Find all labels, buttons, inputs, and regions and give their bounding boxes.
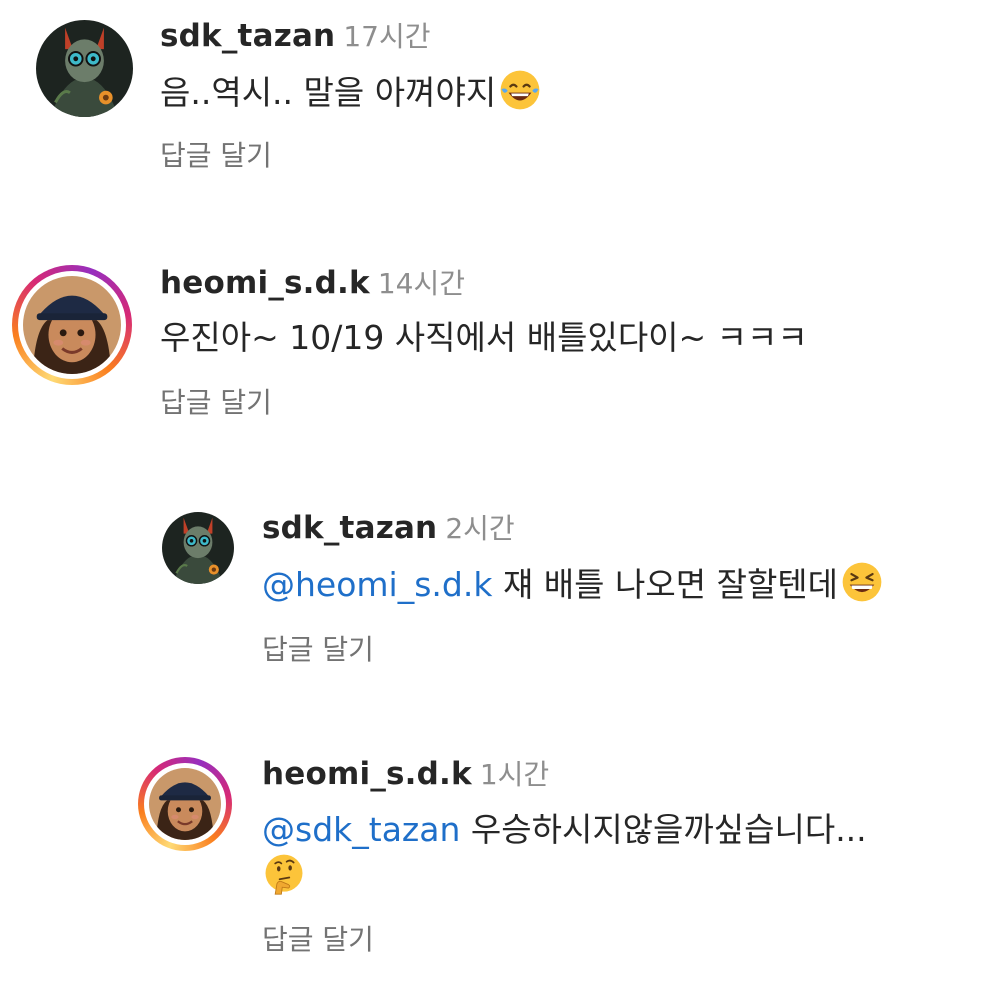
timestamp: 1시간 bbox=[479, 758, 550, 791]
username[interactable]: sdk_tazan bbox=[262, 510, 437, 546]
username[interactable]: sdk_tazan bbox=[160, 18, 335, 54]
thinking-face-icon bbox=[262, 852, 306, 896]
comment-text: 우진아~ 10/19 사직에서 배틀있다이~ ㅋㅋㅋ bbox=[160, 314, 808, 362]
reply-button[interactable]: 답글 달기 bbox=[262, 632, 374, 668]
comment-body: 쟤 배틀 나오면 잘할텐데 bbox=[502, 565, 839, 604]
reply-button[interactable]: 답글 달기 bbox=[262, 922, 374, 958]
timestamp: 14시간 bbox=[377, 267, 465, 300]
comment-text: @heomi_s.d.k 쟤 배틀 나오면 잘할텐데 bbox=[262, 560, 884, 609]
avatar[interactable] bbox=[36, 20, 133, 117]
story-ring[interactable] bbox=[12, 265, 132, 385]
mention-link[interactable]: @sdk_tazan bbox=[262, 810, 460, 849]
comment-body: 음..역시.. 말을 아껴야지 bbox=[160, 73, 497, 112]
grinning-squinting-face-icon bbox=[840, 560, 884, 604]
comment-header: heomi_s.d.k 14시간 bbox=[160, 263, 465, 304]
story-ring[interactable] bbox=[138, 757, 232, 851]
comment-header: sdk_tazan 17시간 bbox=[160, 16, 430, 57]
username[interactable]: heomi_s.d.k bbox=[262, 756, 472, 792]
comment-text: @sdk_tazan 우승하시지않을까싶습니다... bbox=[262, 806, 867, 854]
comment-text-continuation bbox=[262, 852, 306, 901]
comment-header: sdk_tazan 2시간 bbox=[262, 508, 515, 549]
avatar-image bbox=[23, 276, 121, 374]
comment-body: 우승하시지않을까싶습니다... bbox=[470, 810, 867, 849]
avatar-image bbox=[36, 20, 133, 117]
avatar-image bbox=[162, 512, 234, 584]
avatar bbox=[149, 768, 221, 840]
comment-thread: sdk_tazan 17시간 음..역시.. 말을 아껴야지 답글 달기 heom… bbox=[0, 0, 989, 989]
comment-body: 우진아~ 10/19 사직에서 배틀있다이~ ㅋㅋㅋ bbox=[160, 318, 808, 357]
mention-link[interactable]: @heomi_s.d.k bbox=[262, 565, 492, 604]
avatar bbox=[23, 276, 121, 374]
reply-button[interactable]: 답글 달기 bbox=[160, 385, 272, 421]
comment-header: heomi_s.d.k 1시간 bbox=[262, 754, 549, 795]
face-with-tears-of-joy-icon bbox=[498, 68, 542, 112]
timestamp: 2시간 bbox=[445, 512, 515, 545]
username[interactable]: heomi_s.d.k bbox=[160, 265, 370, 301]
timestamp: 17시간 bbox=[343, 20, 431, 53]
comment-text: 음..역시.. 말을 아껴야지 bbox=[160, 68, 542, 117]
reply-button[interactable]: 답글 달기 bbox=[160, 138, 272, 174]
avatar-image bbox=[149, 768, 221, 840]
avatar[interactable] bbox=[162, 512, 234, 584]
